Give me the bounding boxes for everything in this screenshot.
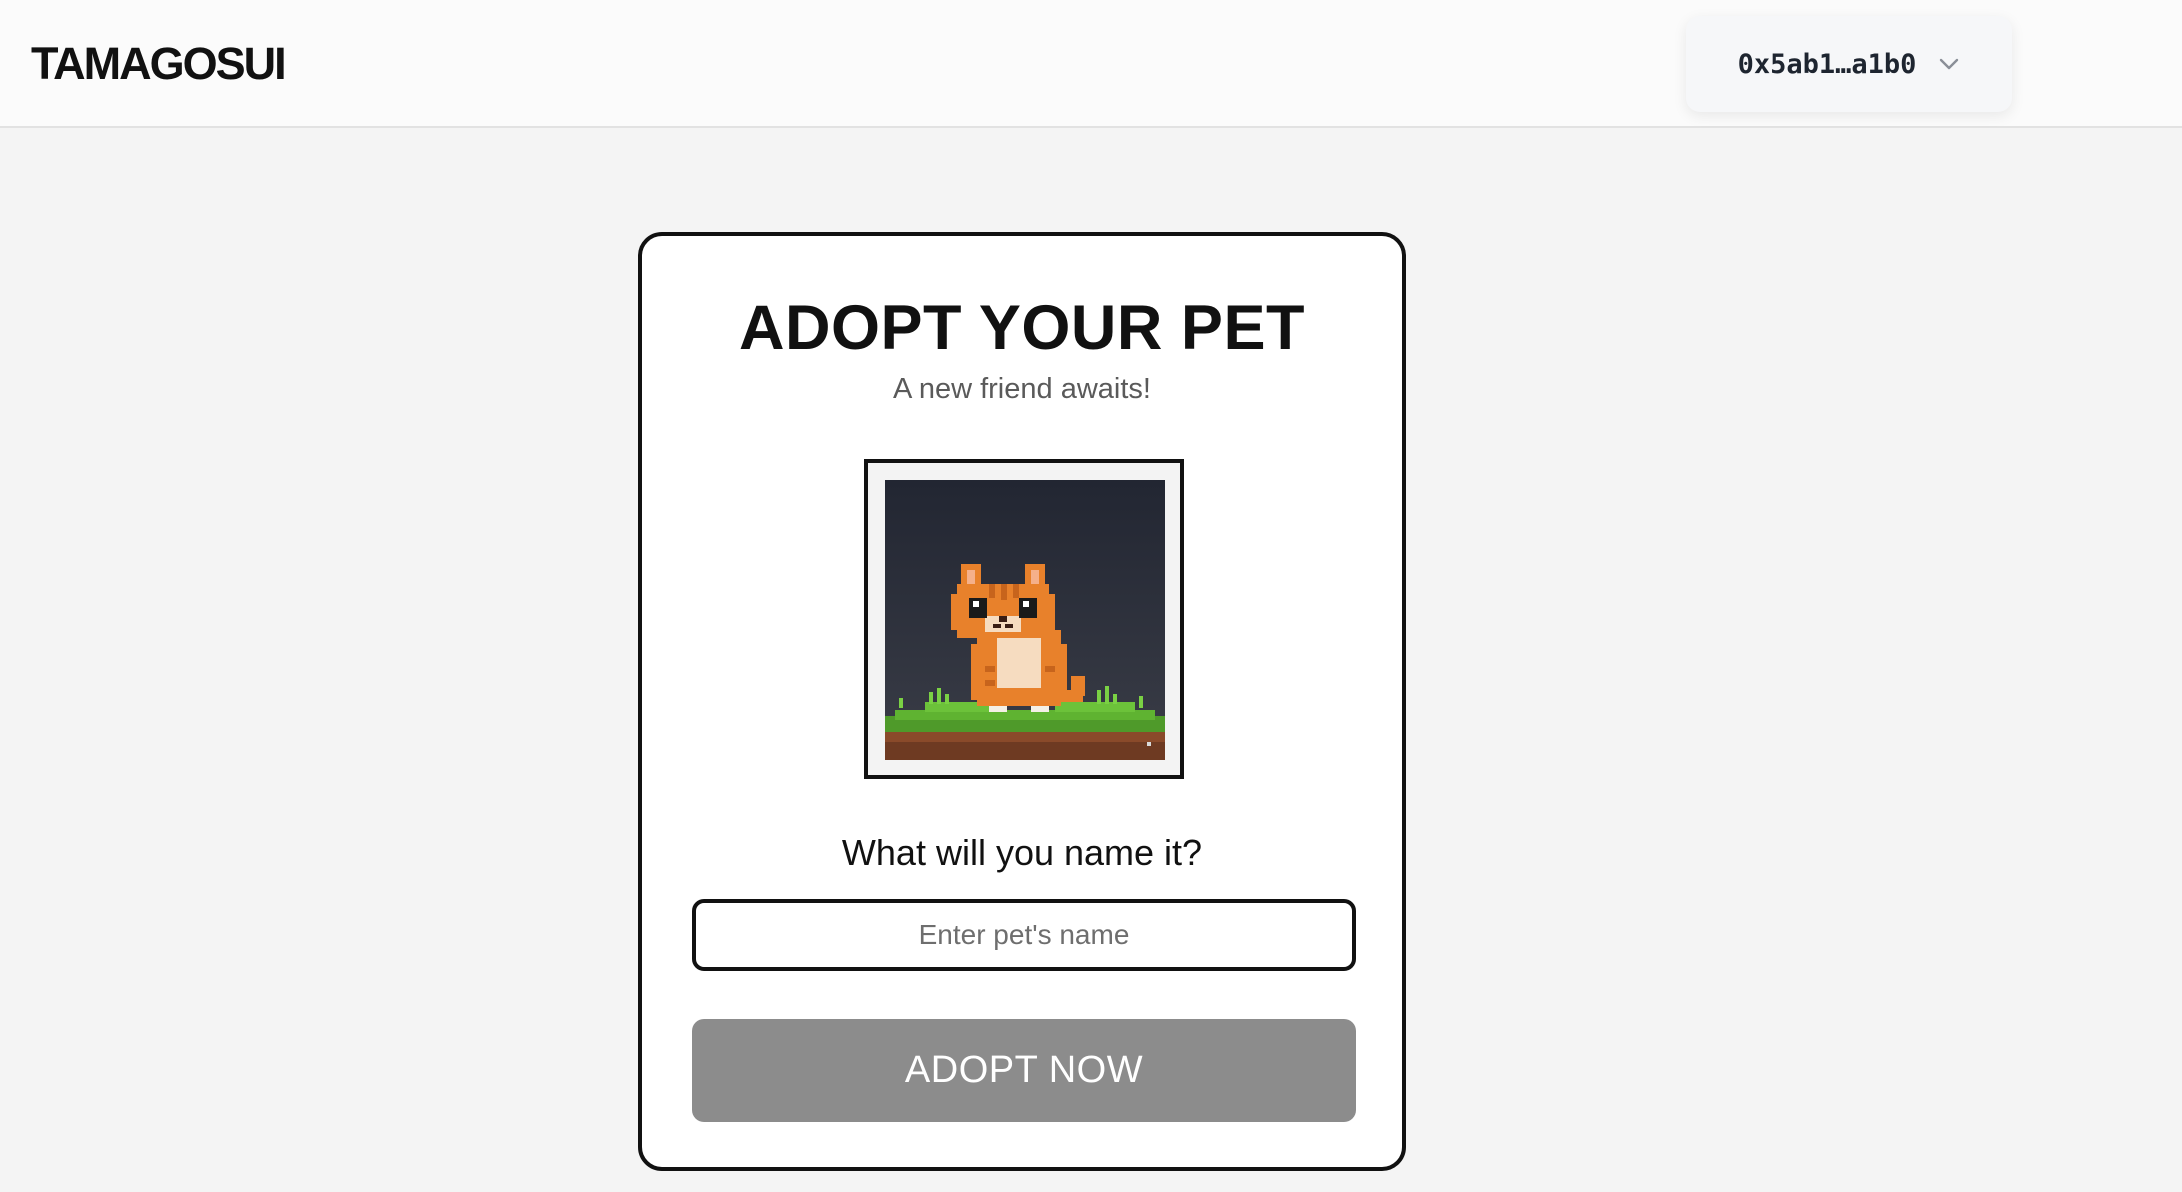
pixel-orange-cat-icon: [885, 480, 1165, 760]
name-prompt: What will you name it?: [841, 832, 1203, 873]
top-bar: TAMAGOSUI 0x5ab1…a1b0: [0, 0, 2182, 128]
pet-image-frame: [864, 459, 1184, 779]
adopt-now-button[interactable]: ADOPT NOW: [692, 1019, 1356, 1122]
app-logo[interactable]: TAMAGOSUI: [31, 38, 287, 90]
card-title: ADOPT YOUR PET: [739, 293, 1305, 363]
card-subtitle: A new friend awaits!: [893, 373, 1151, 405]
chevron-down-icon: [1940, 58, 1959, 70]
pet-name-input[interactable]: [692, 899, 1356, 971]
wallet-address: 0x5ab1…a1b0: [1737, 48, 1917, 80]
adopt-pet-card: ADOPT YOUR PET A new friend awaits! What…: [638, 232, 1406, 1171]
wallet-account-button[interactable]: 0x5ab1…a1b0: [1686, 16, 2012, 112]
